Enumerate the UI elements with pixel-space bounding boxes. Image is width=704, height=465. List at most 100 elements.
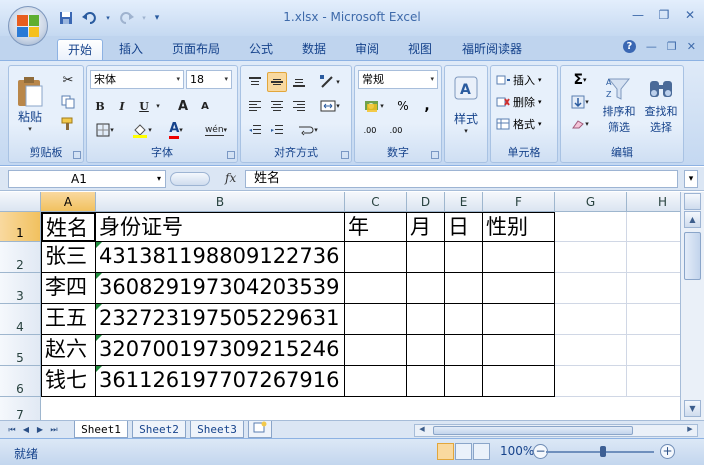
insert-function-button[interactable]: fx bbox=[225, 171, 236, 185]
format-painter-icon[interactable] bbox=[57, 114, 79, 134]
percent-button[interactable]: % bbox=[393, 96, 413, 116]
scroll-right-icon[interactable]: ▶ bbox=[684, 425, 696, 436]
row-header-1[interactable]: 1 bbox=[0, 212, 41, 242]
cell-g4[interactable] bbox=[555, 304, 627, 335]
zoom-level[interactable]: 100% bbox=[500, 444, 534, 458]
cell-a6[interactable]: 钱七 bbox=[41, 366, 96, 397]
cell-c5[interactable] bbox=[345, 335, 407, 366]
cell-e1[interactable]: 日 bbox=[445, 212, 483, 242]
expand-formula-bar-icon[interactable]: ▾ bbox=[684, 170, 698, 188]
vertical-scroll-thumb[interactable] bbox=[684, 232, 701, 280]
font-launcher-icon[interactable] bbox=[227, 151, 235, 159]
copy-icon[interactable] bbox=[57, 92, 79, 112]
fill-color-button[interactable]: ▾ bbox=[127, 120, 157, 140]
column-header-c[interactable]: C bbox=[345, 192, 407, 212]
underline-button[interactable]: U bbox=[135, 96, 153, 116]
cell-d1[interactable]: 月 bbox=[407, 212, 445, 242]
clipboard-launcher-icon[interactable] bbox=[73, 151, 81, 159]
tab-page-layout[interactable]: 页面布局 bbox=[163, 39, 229, 60]
cell-h5[interactable] bbox=[627, 335, 680, 366]
wrap-text-icon[interactable]: ▾ bbox=[293, 120, 323, 140]
cell-g5[interactable] bbox=[555, 335, 627, 366]
styles-button[interactable]: A 样式 ▾ bbox=[448, 70, 484, 140]
minimize-button[interactable]: — bbox=[630, 8, 646, 22]
column-header-d[interactable]: D bbox=[407, 192, 445, 212]
decrease-decimal-button[interactable]: .00 bbox=[385, 120, 407, 140]
first-sheet-icon[interactable]: ⏮ bbox=[6, 423, 18, 437]
cell-h1[interactable] bbox=[627, 212, 680, 242]
tab-insert[interactable]: 插入 bbox=[110, 39, 152, 60]
cell-d6[interactable] bbox=[407, 366, 445, 397]
row-header-2[interactable]: 2 bbox=[0, 242, 41, 273]
formula-bar-resize-handle[interactable] bbox=[170, 172, 210, 186]
name-box[interactable]: A1 ▾ bbox=[8, 170, 166, 188]
office-button[interactable] bbox=[8, 6, 48, 46]
workbook-close-button[interactable]: ✕ bbox=[687, 40, 696, 53]
cell-a1[interactable]: 姓名 bbox=[41, 212, 96, 242]
scroll-down-icon[interactable]: ▼ bbox=[684, 400, 701, 417]
number-format-combo[interactable]: 常规 ▾ bbox=[358, 70, 438, 89]
font-color-button[interactable]: A ▾ bbox=[161, 120, 191, 140]
column-header-e[interactable]: E bbox=[445, 192, 483, 212]
tab-data[interactable]: 数据 bbox=[293, 39, 335, 60]
decrease-indent-icon[interactable] bbox=[245, 120, 265, 140]
align-center-icon[interactable] bbox=[267, 96, 287, 116]
cell-e4[interactable] bbox=[445, 304, 483, 335]
tab-foxit-reader[interactable]: 福昕阅读器 bbox=[452, 39, 532, 60]
cell-a3[interactable]: 李四 bbox=[41, 273, 96, 304]
cell-f1[interactable]: 性别 bbox=[483, 212, 555, 242]
scroll-up-icon[interactable]: ▲ bbox=[684, 211, 701, 228]
vertical-scrollbar[interactable]: ▲ ▼ bbox=[680, 192, 704, 420]
split-box-icon[interactable] bbox=[684, 193, 701, 210]
shrink-font-button[interactable]: A bbox=[195, 96, 215, 116]
cell-f3[interactable] bbox=[483, 273, 555, 304]
sheet-tab-sheet2[interactable]: Sheet2 bbox=[132, 421, 186, 438]
cell-b4[interactable]: 232723197505229631 bbox=[96, 304, 345, 335]
cell-g3[interactable] bbox=[555, 273, 627, 304]
align-right-icon[interactable] bbox=[289, 96, 309, 116]
cell-e5[interactable] bbox=[445, 335, 483, 366]
insert-cells-button[interactable]: 插入 ▾ bbox=[495, 70, 555, 90]
cell-f6[interactable] bbox=[483, 366, 555, 397]
cell-b3[interactable]: 360829197304203539 bbox=[96, 273, 345, 304]
format-cells-button[interactable]: 格式 ▾ bbox=[495, 114, 555, 134]
cell-f5[interactable] bbox=[483, 335, 555, 366]
align-bottom-icon[interactable] bbox=[289, 72, 309, 92]
page-layout-view-icon[interactable] bbox=[455, 443, 472, 460]
tab-formulas[interactable]: 公式 bbox=[240, 39, 282, 60]
cell-e3[interactable] bbox=[445, 273, 483, 304]
row-header-5[interactable]: 5 bbox=[0, 335, 41, 366]
cell-g6[interactable] bbox=[555, 366, 627, 397]
alignment-launcher-icon[interactable] bbox=[341, 151, 349, 159]
clear-button[interactable]: ▾ bbox=[565, 114, 595, 134]
cell-h6[interactable] bbox=[627, 366, 680, 397]
close-button[interactable]: ✕ bbox=[682, 8, 698, 22]
cell-d2[interactable] bbox=[407, 242, 445, 273]
cell-d5[interactable] bbox=[407, 335, 445, 366]
orientation-icon[interactable]: ▾ bbox=[315, 72, 345, 92]
restore-button[interactable]: ❐ bbox=[656, 8, 672, 22]
paste-button[interactable]: 粘贴 ▾ bbox=[13, 70, 47, 138]
worksheet-grid[interactable]: A B C D E F G H 1 2 3 4 5 6 7 姓名 身份证号 年 … bbox=[0, 192, 680, 420]
workbook-restore-button[interactable]: ❐ bbox=[667, 40, 677, 53]
cell-c3[interactable] bbox=[345, 273, 407, 304]
scroll-left-icon[interactable]: ◀ bbox=[416, 425, 428, 436]
cell-a5[interactable]: 赵六 bbox=[41, 335, 96, 366]
underline-dropdown-icon[interactable]: ▾ bbox=[153, 96, 163, 116]
row-header-7[interactable]: 7 bbox=[0, 397, 41, 420]
cell-a2[interactable]: 张三 bbox=[41, 242, 96, 273]
page-break-view-icon[interactable] bbox=[473, 443, 490, 460]
accounting-format-icon[interactable]: ▾ bbox=[359, 96, 389, 116]
next-sheet-icon[interactable]: ▶ bbox=[34, 423, 46, 437]
tab-review[interactable]: 审阅 bbox=[346, 39, 388, 60]
row-header-6[interactable]: 6 bbox=[0, 366, 41, 397]
align-top-icon[interactable] bbox=[245, 72, 265, 92]
cell-h2[interactable] bbox=[627, 242, 680, 273]
cell-h3[interactable] bbox=[627, 273, 680, 304]
cell-b5[interactable]: 320700197309215246 bbox=[96, 335, 345, 366]
help-icon[interactable]: ? bbox=[622, 40, 636, 53]
column-header-f[interactable]: F bbox=[483, 192, 555, 212]
increase-decimal-button[interactable]: .00 bbox=[359, 120, 381, 140]
font-size-combo[interactable]: 18 ▾ bbox=[186, 70, 232, 89]
grow-font-button[interactable]: A bbox=[173, 96, 193, 116]
